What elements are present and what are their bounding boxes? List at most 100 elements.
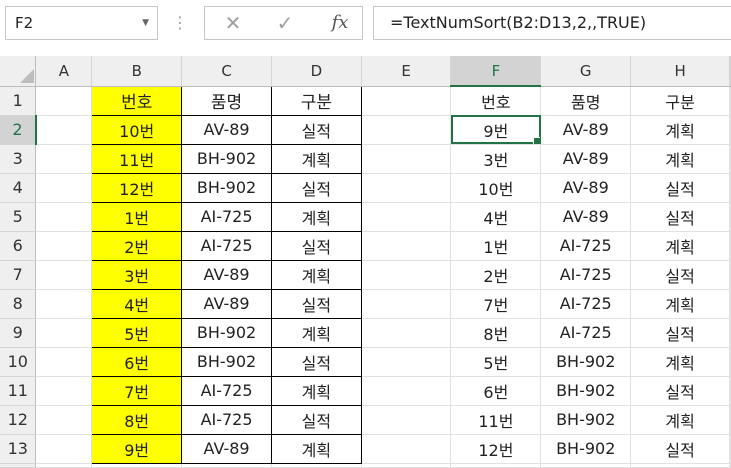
cell-F6[interactable]: 1번 [450, 231, 542, 261]
cell-A3[interactable] [35, 144, 93, 174]
row-header-1[interactable]: 1 [0, 86, 37, 116]
row-header-6[interactable]: 6 [0, 231, 37, 261]
chevron-down-icon[interactable]: ▼ [142, 7, 149, 39]
cell-D10[interactable]: 실적 [271, 346, 362, 377]
cell-C5[interactable]: AI-725 [181, 201, 272, 232]
cell-F8[interactable]: 7번 [450, 289, 542, 319]
cell-B10[interactable]: 6번 [91, 346, 183, 377]
cell-F12[interactable]: 11번 [450, 405, 542, 435]
cell-E6[interactable] [361, 231, 452, 261]
cell-C6[interactable]: AI-725 [181, 230, 272, 261]
cell-G1[interactable]: 품명 [540, 86, 632, 116]
cell-G7[interactable]: AI-725 [540, 260, 632, 290]
cell-F13[interactable]: 12번 [450, 434, 542, 464]
cell-B4[interactable]: 12번 [91, 172, 183, 203]
cell-A8[interactable] [35, 289, 93, 319]
cell-F14[interactable] [450, 463, 542, 468]
cell-A10[interactable] [35, 347, 93, 377]
cell-A12[interactable] [35, 405, 93, 435]
cell-B2[interactable]: 10번 [91, 114, 183, 145]
cell-C13[interactable]: AV-89 [181, 433, 272, 464]
cell-E4[interactable] [361, 173, 452, 203]
cell-C1[interactable]: 품명 [181, 85, 272, 116]
cell-H3[interactable]: 계획 [630, 144, 730, 174]
cell-E12[interactable] [361, 405, 452, 435]
cell-G12[interactable]: BH-902 [540, 405, 632, 435]
cell-F2[interactable]: 9번 [450, 115, 542, 145]
cell-B13[interactable]: 9번 [91, 433, 183, 464]
cell-B6[interactable]: 2번 [91, 230, 183, 261]
cell-B5[interactable]: 1번 [91, 201, 183, 232]
cell-D3[interactable]: 계획 [271, 143, 362, 174]
cell-A4[interactable] [35, 173, 93, 203]
cell-G8[interactable]: AI-725 [540, 289, 632, 319]
cell-C2[interactable]: AV-89 [181, 114, 272, 145]
cell-G9[interactable]: AI-725 [540, 318, 632, 348]
cell-E5[interactable] [361, 202, 452, 232]
cell-C9[interactable]: BH-902 [181, 317, 272, 348]
cell-G2[interactable]: AV-89 [540, 115, 632, 145]
cell-D7[interactable]: 계획 [271, 259, 362, 290]
row-header-9[interactable]: 9 [0, 318, 37, 348]
cell-F11[interactable]: 6번 [450, 376, 542, 406]
row-header-11[interactable]: 11 [0, 376, 37, 406]
row-header-4[interactable]: 4 [0, 173, 37, 203]
cell-C7[interactable]: AV-89 [181, 259, 272, 290]
cell-B1[interactable]: 번호 [91, 85, 183, 116]
cell-B11[interactable]: 7번 [91, 375, 183, 406]
cancel-x-icon[interactable]: ✕ [219, 7, 247, 39]
cell-H13[interactable]: 실적 [630, 434, 730, 464]
cell-C3[interactable]: BH-902 [181, 143, 272, 174]
cell-B14[interactable] [91, 463, 183, 468]
cell-C10[interactable]: BH-902 [181, 346, 272, 377]
row-header-2[interactable]: 2 [0, 115, 37, 145]
cell-C4[interactable]: BH-902 [181, 172, 272, 203]
cell-G4[interactable]: AV-89 [540, 173, 632, 203]
cell-H14[interactable] [630, 463, 730, 468]
cell-H2[interactable]: 계획 [630, 115, 730, 145]
row-header-13[interactable]: 13 [0, 434, 37, 464]
cell-G14[interactable] [540, 463, 632, 468]
cell-E13[interactable] [361, 434, 452, 464]
column-header-F[interactable]: F [450, 56, 542, 87]
row-header-3[interactable]: 3 [0, 144, 37, 174]
cell-G5[interactable]: AV-89 [540, 202, 632, 232]
column-header-C[interactable]: C [181, 56, 272, 87]
cell-D6[interactable]: 실적 [271, 230, 362, 261]
cell-H11[interactable]: 실적 [630, 376, 730, 406]
cell-H4[interactable]: 실적 [630, 173, 730, 203]
cell-A11[interactable] [35, 376, 93, 406]
cell-G10[interactable]: BH-902 [540, 347, 632, 377]
cell-H9[interactable]: 실적 [630, 318, 730, 348]
insert-function-icon[interactable]: fx [323, 7, 357, 39]
cell-B9[interactable]: 5번 [91, 317, 183, 348]
select-all-corner[interactable] [0, 56, 37, 87]
cell-F10[interactable]: 5번 [450, 347, 542, 377]
column-header-G[interactable]: G [540, 56, 632, 87]
cell-G3[interactable]: AV-89 [540, 144, 632, 174]
formula-input[interactable]: =TextNumSort(B2:D13,2,,TRUE) [373, 6, 731, 40]
row-header-12[interactable]: 12 [0, 405, 37, 435]
cell-D4[interactable]: 실적 [271, 172, 362, 203]
cell-B3[interactable]: 11번 [91, 143, 183, 174]
name-box[interactable]: F2 ▼ [5, 6, 158, 40]
cell-G13[interactable]: BH-902 [540, 434, 632, 464]
enter-check-icon[interactable]: ✓ [271, 7, 299, 39]
cell-A14[interactable] [35, 463, 93, 468]
cell-H1[interactable]: 구분 [630, 86, 730, 116]
cell-G11[interactable]: BH-902 [540, 376, 632, 406]
cell-F1[interactable]: 번호 [450, 86, 542, 116]
cell-A13[interactable] [35, 434, 93, 464]
cell-D14[interactable] [271, 463, 362, 468]
cell-E2[interactable] [361, 115, 452, 145]
cell-E7[interactable] [361, 260, 452, 290]
cell-A9[interactable] [35, 318, 93, 348]
cell-H7[interactable]: 실적 [630, 260, 730, 290]
cell-D2[interactable]: 실적 [271, 114, 362, 145]
row-header-5[interactable]: 5 [0, 202, 37, 232]
cell-D13[interactable]: 계획 [271, 433, 362, 464]
row-header-8[interactable]: 8 [0, 289, 37, 319]
cell-D11[interactable]: 계획 [271, 375, 362, 406]
cell-H5[interactable]: 실적 [630, 202, 730, 232]
cell-E14[interactable] [361, 463, 452, 468]
